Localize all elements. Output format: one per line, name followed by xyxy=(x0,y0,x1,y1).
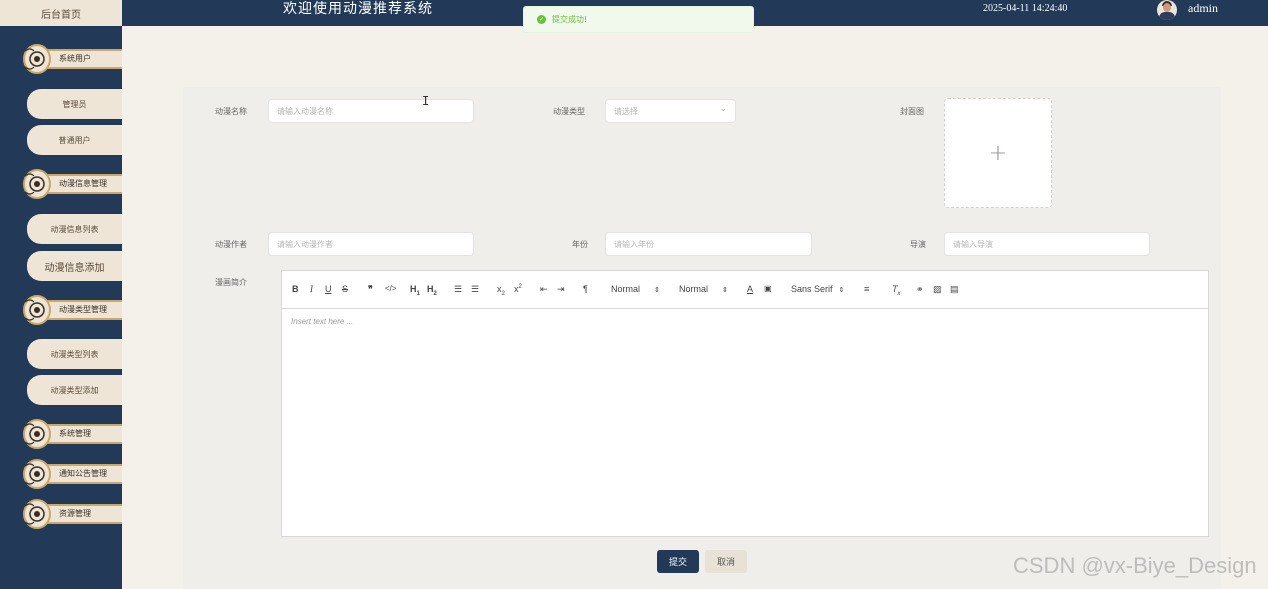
anime-type-select[interactable]: 请选择 ⌄ xyxy=(605,99,736,123)
size-dropdown[interactable]: Normal ⇕ xyxy=(679,284,728,294)
anime-author-input[interactable] xyxy=(268,232,474,256)
sidebar-item-anime-add[interactable]: 动漫信息添加 xyxy=(27,251,122,281)
sidebar-item-type-list[interactable]: 动漫类型列表 xyxy=(27,339,122,369)
bold-button[interactable]: B xyxy=(292,284,299,294)
director-label: 导演 xyxy=(910,240,926,249)
sidebar-item-regular-user[interactable]: 普通用户 xyxy=(27,125,122,155)
ornament-icon xyxy=(23,419,51,449)
system-title: 欢迎使用动漫推荐系统 xyxy=(283,1,433,17)
avatar-suit xyxy=(1159,12,1175,20)
menu-group-label: 系统用户 xyxy=(59,54,91,63)
font-color-icon[interactable]: A xyxy=(747,284,753,294)
background-color-icon[interactable]: ▣ xyxy=(764,284,772,293)
clear-format-icon[interactable]: Tx xyxy=(892,284,901,297)
blockquote-button[interactable]: ❞ xyxy=(368,284,373,295)
ornament-icon xyxy=(23,44,51,74)
menu-group-label: 系统管理 xyxy=(59,429,91,438)
check-circle-icon: ✓ xyxy=(537,15,546,24)
menu-group-label: 通知公告管理 xyxy=(59,469,107,478)
menu-group-system-users[interactable]: 系统用户 xyxy=(22,43,122,74)
video-icon[interactable]: ▤ xyxy=(950,284,959,295)
avatar-face xyxy=(1163,3,1171,12)
ornament-icon xyxy=(23,295,51,325)
outdent-icon[interactable]: ⇤ xyxy=(540,284,548,295)
indent-icon[interactable]: ⇥ xyxy=(557,284,565,295)
header-dropdown-value: Normal xyxy=(611,284,641,294)
success-toast: ✓ 提交成功! xyxy=(523,6,754,33)
align-icon[interactable]: ≡ xyxy=(864,284,869,294)
cover-uploader[interactable]: + xyxy=(944,98,1052,208)
ornament-icon xyxy=(23,499,51,529)
sidebar-item-admin[interactable]: 管理员 xyxy=(27,89,122,119)
plus-icon: + xyxy=(988,140,1008,166)
superscript-button[interactable]: x2 xyxy=(514,284,522,294)
cover-label: 封面图 xyxy=(900,107,924,116)
text-cursor-icon: I xyxy=(422,94,430,108)
menu-group-notice[interactable]: 通知公告管理 xyxy=(22,458,122,489)
user-avatar[interactable] xyxy=(1157,0,1177,20)
sidebar-item-anime-list[interactable]: 动漫信息列表 xyxy=(27,214,122,244)
menu-group-anime-info[interactable]: 动漫信息管理 xyxy=(22,168,122,199)
subscript-button[interactable]: x2 xyxy=(497,284,505,297)
editor-toolbar: B I U S ❞ </> H1 H2 ☰ ☰ x2 x2 ⇤ ⇥ ¶ Norm… xyxy=(282,271,1208,309)
username[interactable]: admin xyxy=(1188,1,1218,16)
anime-name-label: 动漫名称 xyxy=(215,107,247,116)
menu-group-label: 动漫类型管理 xyxy=(59,305,107,314)
menu-group-anime-type[interactable]: 动漫类型管理 xyxy=(22,294,122,325)
strike-button[interactable]: S xyxy=(342,284,348,294)
chevron-down-icon: ⌄ xyxy=(719,104,727,114)
home-tab[interactable]: 后台首页 xyxy=(0,0,122,26)
menu-group-label: 资源管理 xyxy=(59,509,91,518)
underline-button[interactable]: U xyxy=(325,284,332,294)
header-dropdown[interactable]: Normal ⇕ xyxy=(611,284,660,294)
submit-button[interactable]: 提交 xyxy=(657,550,699,573)
link-icon[interactable]: ⚭ xyxy=(916,284,924,295)
size-dropdown-value: Normal xyxy=(679,284,709,294)
code-block-button[interactable]: </> xyxy=(385,284,397,293)
image-icon[interactable]: ▨ xyxy=(933,284,942,295)
toast-message: 提交成功! xyxy=(552,15,588,24)
watermark: CSDN @vx-Biye_Design xyxy=(1013,553,1257,578)
menu-group-resources[interactable]: 资源管理 xyxy=(22,498,122,529)
header2-button[interactable]: H2 xyxy=(427,284,437,297)
anime-name-input[interactable] xyxy=(268,99,474,123)
editor-placeholder[interactable]: Insert text here ... xyxy=(291,317,353,326)
anime-type-placeholder: 请选择 xyxy=(614,107,638,116)
year-input[interactable] xyxy=(605,232,812,256)
bullet-list-icon[interactable]: ☰ xyxy=(471,284,479,295)
anime-author-label: 动漫作者 xyxy=(215,240,247,249)
ordered-list-icon[interactable]: ☰ xyxy=(454,284,462,295)
intro-label: 漫画简介 xyxy=(215,278,247,287)
year-label: 年份 xyxy=(572,240,588,249)
anime-type-label: 动漫类型 xyxy=(553,107,585,116)
text-direction-icon[interactable]: ¶ xyxy=(583,284,588,294)
header1-button[interactable]: H1 xyxy=(410,284,420,297)
sidebar-item-type-add[interactable]: 动漫类型添加 xyxy=(27,375,122,405)
font-dropdown[interactable]: Sans Serif ⇕ xyxy=(791,284,844,294)
current-datetime: 2025-04-11 14:24:40 xyxy=(983,3,1068,14)
italic-button[interactable]: I xyxy=(310,284,313,294)
menu-group-system-management[interactable]: 系统管理 xyxy=(22,418,122,449)
font-dropdown-value: Sans Serif xyxy=(791,284,833,294)
director-input[interactable] xyxy=(944,232,1150,256)
cancel-button[interactable]: 取消 xyxy=(705,550,747,573)
ornament-icon xyxy=(23,169,51,199)
rich-text-editor: B I U S ❞ </> H1 H2 ☰ ☰ x2 x2 ⇤ ⇥ ¶ Norm… xyxy=(281,270,1209,537)
menu-group-label: 动漫信息管理 xyxy=(59,179,107,188)
ornament-icon xyxy=(23,459,51,489)
